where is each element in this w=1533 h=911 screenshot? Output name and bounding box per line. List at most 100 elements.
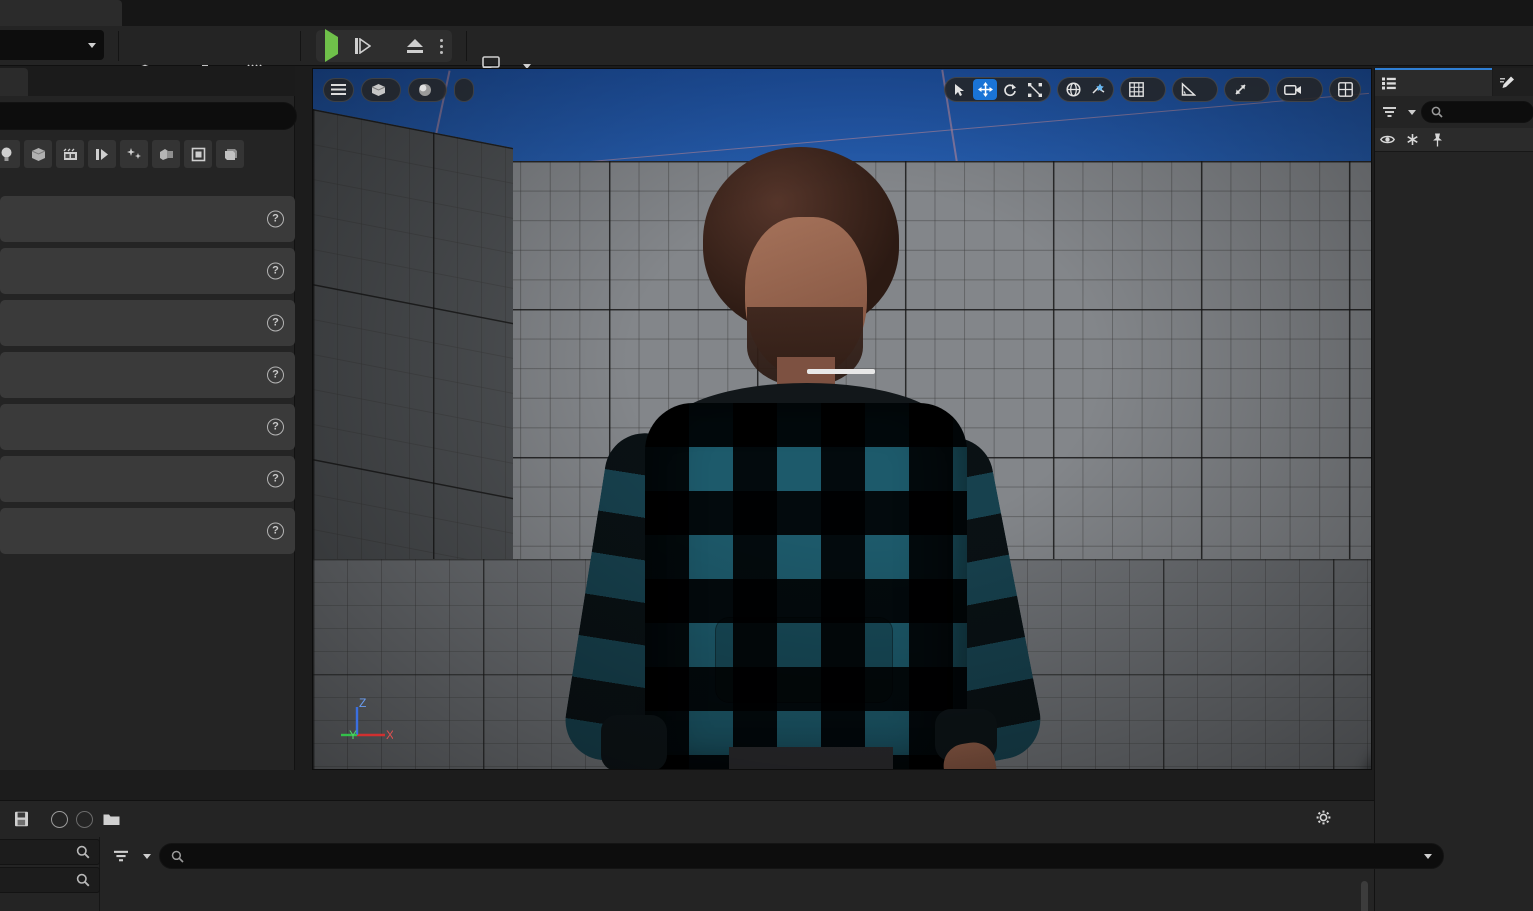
place-actors-tabstrip [0,66,295,96]
rotate-icon [1004,83,1016,96]
outliner-search-input[interactable] [1421,101,1533,123]
viewport-vignette [313,69,1371,769]
perspective-cube-icon [371,83,386,96]
scale-tool-button[interactable] [1023,79,1047,100]
light-icon[interactable] [0,140,20,168]
outliner-column-header [1375,128,1533,152]
folder-icon [103,814,120,825]
coordinate-space-group [1057,77,1114,102]
skip-button[interactable] [355,38,372,54]
content-browser-sources-panel [0,837,100,911]
play-button[interactable] [324,29,338,62]
content-browser [0,800,1444,911]
eye-icon [1380,135,1395,144]
help-icon[interactable]: ? [267,418,284,436]
content-browser-toolbar [0,801,1374,837]
play-controls [316,29,452,62]
place-actors-list: ? ? ? ? ? ? ? [0,196,295,560]
eject-button[interactable] [406,39,423,53]
toolbar-divider-2 [300,31,301,61]
place-actor-row[interactable]: ? [0,456,295,502]
level-tab[interactable] [0,0,122,26]
place-actor-row[interactable]: ? [0,300,295,346]
help-icon[interactable]: ? [267,210,284,228]
help-icon[interactable]: ? [267,522,284,540]
all-classes-icon[interactable] [216,140,244,168]
outliner-tree[interactable] [1375,152,1533,911]
window-tab-bar [0,0,1533,26]
filter-icon[interactable] [1383,106,1397,118]
surface-snap-icon [1091,83,1104,94]
scale-icon [1028,82,1042,97]
pin-column-icon[interactable] [1425,133,1450,147]
content-browser-settings-button[interactable] [1316,810,1338,825]
axis-z-label: Z [359,696,366,710]
camera-speed-button[interactable] [1280,79,1306,100]
help-icon[interactable]: ? [267,470,284,488]
place-actor-row[interactable]: ? [0,352,295,398]
viewport-lit-button[interactable] [408,77,447,102]
level-viewport[interactable]: X Y Z [312,68,1372,770]
axis-y-label: Y [349,728,357,742]
geometry-icon[interactable] [152,140,180,168]
world-space-button[interactable] [1061,79,1085,100]
sources-search-input-1[interactable] [0,839,100,865]
angle-snap-toggle[interactable] [1176,79,1200,100]
search-icon [76,873,90,887]
back-button[interactable] [51,810,68,828]
toolbar-divider [118,31,119,61]
search-icon [171,850,184,863]
viewport-layout-group [1329,77,1361,102]
viewport-layout-button[interactable] [1333,79,1357,100]
volume-icon[interactable] [184,140,212,168]
place-actor-row[interactable]: ? [0,404,295,450]
angle-icon [1181,82,1196,96]
sparkle-icon[interactable] [120,140,148,168]
diagonal-arrow-icon [1234,84,1246,95]
place-actors-panel: ? ? ? ? ? ? ? [0,66,297,770]
asset-scrollbar[interactable] [1361,881,1368,911]
play-options-button[interactable] [440,38,444,54]
filter-icon[interactable] [114,850,129,862]
breadcrumb [103,813,192,826]
place-actor-row[interactable]: ? [0,248,295,294]
place-actor-row[interactable]: ? [0,508,295,554]
chevron-down-icon[interactable] [1424,853,1432,859]
cube-icon[interactable] [24,140,52,168]
help-icon[interactable]: ? [267,314,284,332]
sources-search-input-2[interactable] [0,867,100,893]
scale-snap-toggle[interactable] [1228,79,1252,100]
rotate-tool-button[interactable] [998,79,1022,100]
pencil-icon [1500,76,1514,88]
chevron-down-icon[interactable] [1408,109,1416,115]
cursor-icon [954,83,964,96]
place-actors-search-input[interactable] [0,102,297,130]
grid-snap-toggle[interactable] [1124,79,1148,100]
forward-button[interactable] [76,810,93,828]
visibility-column-icon[interactable] [1375,134,1400,145]
move-tool-button[interactable] [973,79,997,100]
grid-snap-group [1120,77,1166,102]
select-tool-button[interactable] [948,79,972,100]
help-icon[interactable]: ? [267,366,284,384]
outliner-icon [1382,77,1396,89]
place-actor-row[interactable]: ? [0,196,295,242]
axis-gizmo: X Y Z [341,696,393,742]
surface-snap-button[interactable] [1086,79,1110,100]
tab-outliner[interactable] [1375,68,1492,96]
help-icon[interactable]: ? [267,262,284,280]
viewport-menu-button[interactable] [323,77,354,102]
asset-search-input[interactable] [159,843,1444,869]
chevron-down-icon[interactable] [143,853,151,859]
cinematic-icon[interactable] [56,140,84,168]
tab-details[interactable] [1493,68,1533,96]
content-browser-assets-panel [100,837,1444,911]
asterisk-column-icon[interactable] [1400,133,1425,146]
save-all-button[interactable] [14,811,35,827]
place-actors-tab[interactable] [0,68,28,96]
visual-effects-icon[interactable] [88,140,116,168]
viewport-perspective-button[interactable] [361,77,401,102]
scale-snap-group [1224,77,1270,102]
viewport-show-button[interactable] [454,77,474,102]
selection-mode-dropdown[interactable] [0,30,104,60]
